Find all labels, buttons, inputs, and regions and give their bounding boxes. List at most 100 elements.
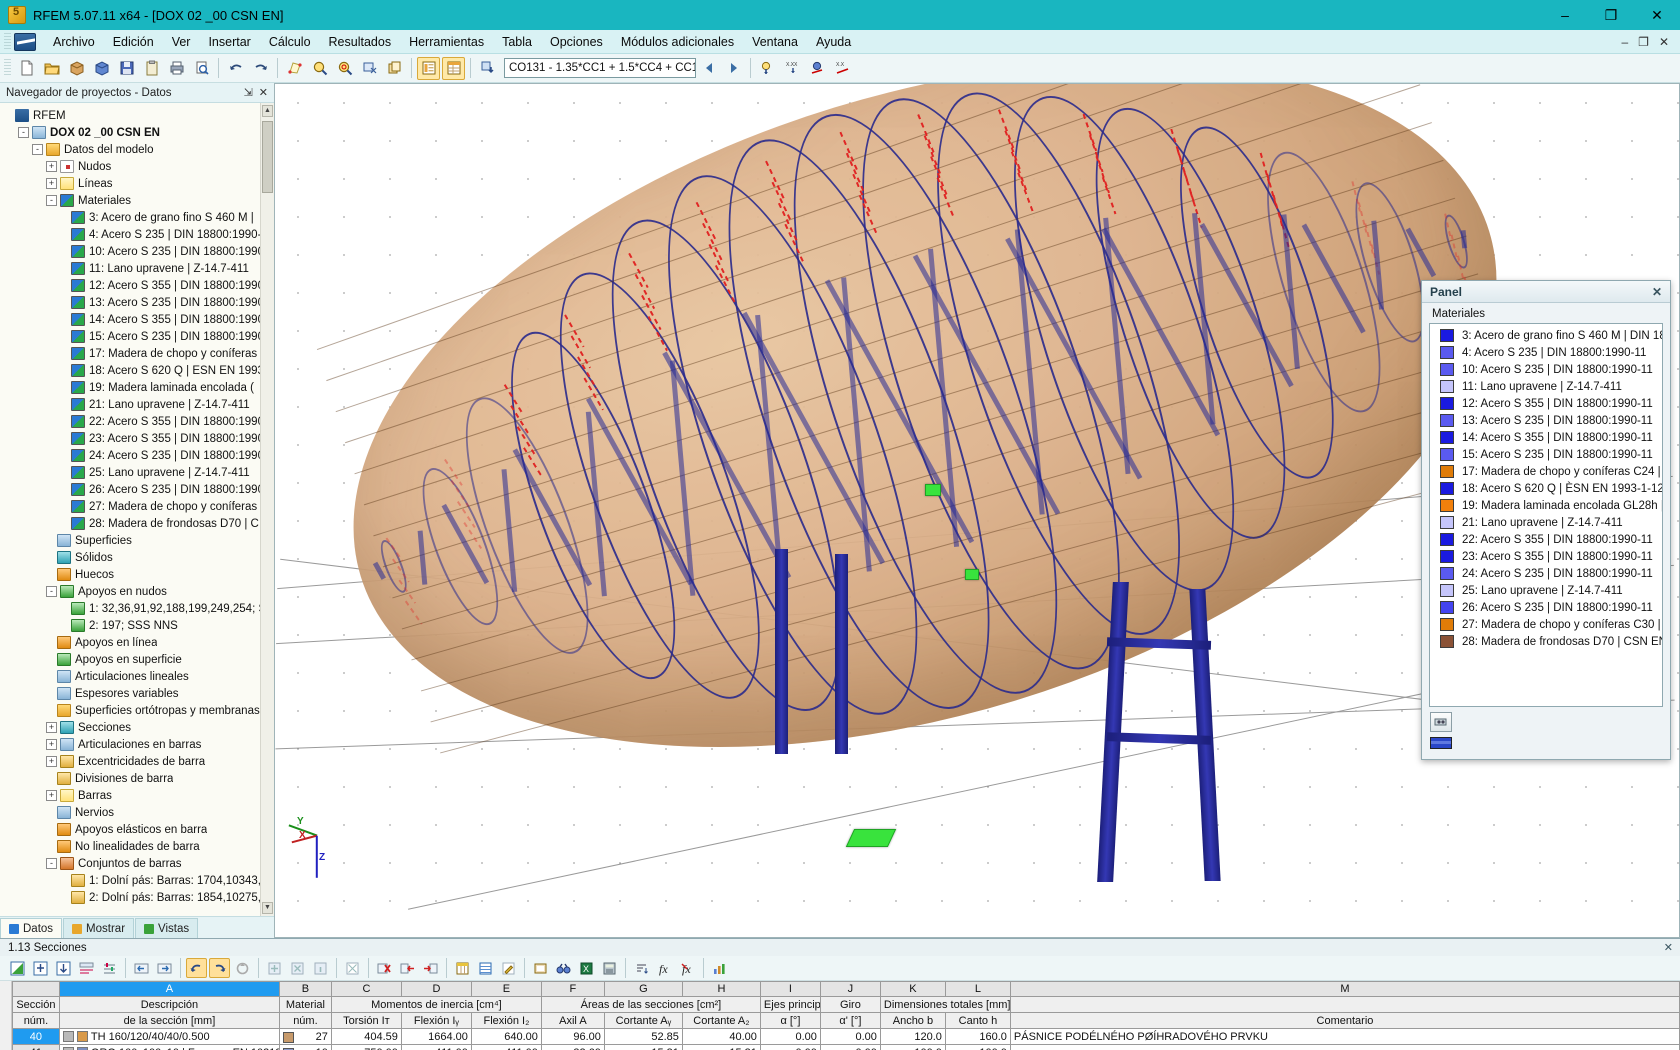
table-close-icon[interactable]: ✕ <box>1664 941 1680 954</box>
shear-area-z-cell[interactable]: 15.31 <box>681 1044 761 1050</box>
import-data-icon[interactable] <box>476 57 499 80</box>
tree-expander-icon[interactable]: - <box>18 127 29 138</box>
tree-node[interactable]: - Conjuntos de barras <box>4 855 274 872</box>
row-number-cell[interactable]: 41 <box>11 1044 60 1050</box>
alpha-cell[interactable]: 0.00 <box>759 1044 821 1050</box>
comment-cell[interactable]: PÁSNICE PODÉLNÉHO PØÍHRADOVÉHO PRVKU <box>1009 1028 1680 1045</box>
color-scale-bar[interactable] <box>1430 737 1452 749</box>
copy-window-icon[interactable] <box>383 57 406 80</box>
flexion-y-cell[interactable]: 411.00 <box>400 1044 472 1050</box>
tree-expander-icon[interactable]: - <box>46 195 57 206</box>
torsion-cell[interactable]: 404.59 <box>330 1028 402 1045</box>
legend-item[interactable]: 14: Acero S 355 | DIN 18800:1990-11 <box>1430 429 1662 446</box>
legend-item[interactable]: 18: Acero S 620 Q | ÈSN EN 1993-1-12:200… <box>1430 480 1662 497</box>
tree-expander-icon[interactable]: - <box>46 586 57 597</box>
legend-item[interactable]: 19: Madera laminada encolada GL28h | CSN… <box>1430 497 1662 514</box>
delete-left-icon[interactable] <box>397 958 418 978</box>
redo-table-icon[interactable] <box>209 958 230 978</box>
column-letter-header[interactable]: A <box>58 981 280 997</box>
table-vertical-scrollbar[interactable]: ⌄ <box>0 981 12 1050</box>
save-disk-icon[interactable] <box>115 57 138 80</box>
tree-node[interactable]: Divisiones de barra <box>4 770 274 787</box>
print-preview-icon[interactable] <box>190 57 213 80</box>
menu-item-herramientas[interactable]: Herramientas <box>400 32 493 52</box>
tree-node[interactable]: Nervios <box>4 804 274 821</box>
selected-node-marker[interactable] <box>965 569 979 580</box>
tree-expander-icon[interactable]: + <box>46 739 57 750</box>
table-view-icon[interactable] <box>417 56 440 80</box>
flexion-z-cell[interactable]: 640.00 <box>470 1028 542 1045</box>
navigator-tab-mostrar[interactable]: Mostrar <box>63 918 135 938</box>
menu-item-ventana[interactable]: Ventana <box>743 32 807 52</box>
legend-item[interactable]: 10: Acero S 235 | DIN 18800:1990-11 <box>1430 361 1662 378</box>
menu-item-calculo[interactable]: Cálculo <box>260 32 320 52</box>
formula-icon[interactable]: fx <box>654 958 675 978</box>
column-letter-header[interactable]: C <box>330 981 402 997</box>
legend-item[interactable]: 22: Acero S 355 | DIN 18800:1990-11 <box>1430 531 1662 548</box>
table-filter-icon[interactable] <box>76 958 97 978</box>
menu-item-tabla[interactable]: Tabla <box>493 32 541 52</box>
column-letter-header[interactable]: H <box>681 981 761 997</box>
remove-row-icon[interactable] <box>287 958 308 978</box>
shear-area-y-cell[interactable]: 15.31 <box>603 1044 683 1050</box>
selected-node-marker[interactable] <box>925 484 941 496</box>
legend-panel[interactable]: Panel ✕ Materiales 3: Acero de grano fin… <box>1421 280 1671 760</box>
tree-node[interactable]: 11: Lano upravene | Z-14.7-411 <box>4 260 274 277</box>
tree-node[interactable]: 15: Acero S 235 | DIN 18800:1990 <box>4 328 274 345</box>
redo-icon[interactable] <box>249 57 272 80</box>
section-description-cell[interactable]: QRO 100x100x10 | Ferona - EN 10219 <box>58 1044 280 1050</box>
tree-node[interactable]: 17: Madera de chopo y coníferas <box>4 345 274 362</box>
tree-node[interactable]: 21: Lano upravene | Z-14.7-411 <box>4 396 274 413</box>
table-row[interactable]: 40 TH 160/120/40/40/0.500 27 404.59 1664.00 6… <box>11 1028 1680 1045</box>
menu-item-ayuda[interactable]: Ayuda <box>807 32 860 52</box>
previous-load-case-button[interactable] <box>697 57 720 80</box>
tree-node[interactable]: 4: Acero S 235 | DIN 18800:1990- <box>4 226 274 243</box>
tree-node[interactable]: - DOX 02 _00 CSN EN <box>4 124 274 141</box>
width-cell[interactable]: 120.0 <box>879 1028 946 1045</box>
delete-right-icon[interactable] <box>420 958 441 978</box>
tree-node[interactable]: - Datos del modelo <box>4 141 274 158</box>
render-model-icon[interactable] <box>283 57 306 80</box>
save-as-package-icon[interactable] <box>90 57 113 80</box>
table-grid-wrapper[interactable]: ⌄ ABCDEFGHIJKLMSecciónDescripciónMateria… <box>0 981 1680 1050</box>
tree-node[interactable]: Sólidos <box>4 549 274 566</box>
column-letter-header[interactable]: M <box>1009 981 1680 997</box>
comment-cell[interactable] <box>1009 1044 1680 1050</box>
panel-close-icon[interactable]: ✕ <box>1648 285 1666 299</box>
legend-item[interactable]: 21: Lano upravene | Z-14.7-411 <box>1430 514 1662 531</box>
select-window-icon[interactable] <box>358 57 381 80</box>
menu-item-ver[interactable]: Ver <box>163 32 200 52</box>
tree-node[interactable]: 19: Madera laminada encolada ( <box>4 379 274 396</box>
menu-item-archivo[interactable]: Archivo <box>44 32 104 52</box>
alpha-cell[interactable]: 0.00 <box>759 1028 821 1045</box>
tree-node[interactable]: + Secciones <box>4 719 274 736</box>
section-description-cell[interactable]: TH 160/120/40/40/0.500 <box>58 1028 280 1045</box>
column-letter-header[interactable]: L <box>944 981 1011 997</box>
menu-item-modulos-adicionales[interactable]: Módulos adicionales <box>612 32 743 52</box>
tree-node[interactable]: 14: Acero S 355 | DIN 18800:1990 <box>4 311 274 328</box>
edit-table-icon[interactable] <box>7 958 28 978</box>
navigator-tab-vistas[interactable]: Vistas <box>135 918 199 938</box>
shear-area-z-cell[interactable]: 40.00 <box>681 1028 761 1045</box>
tree-node[interactable]: 1: 32,36,91,92,188,199,249,254; SS <box>4 600 274 617</box>
tree-node[interactable]: 27: Madera de chopo y coníferas <box>4 498 274 515</box>
delete-all-icon[interactable] <box>374 958 395 978</box>
legend-item[interactable]: 17: Madera de chopo y coníferas C24 | CS… <box>1430 463 1662 480</box>
legend-item[interactable]: 25: Lano upravene | Z-14.7-411 <box>1430 582 1662 599</box>
selected-node-marker[interactable] <box>845 829 897 847</box>
column-letter-header[interactable]: I <box>759 981 821 997</box>
alpha-rotation-cell[interactable]: 0.00 <box>819 1028 881 1045</box>
tree-node[interactable]: 28: Madera de frondosas D70 | C <box>4 515 274 532</box>
tree-node[interactable]: 2: Dolní pás: Barras: 1854,10275, <box>4 889 274 906</box>
maximize-button[interactable]: ❐ <box>1588 0 1634 30</box>
legend-item[interactable]: 27: Madera de chopo y coníferas C30 | CS… <box>1430 616 1662 633</box>
navigator-tree[interactable]: ▲ ▼ RFEM - DOX 02 _00 CSN EN - Datos del mod… <box>0 103 274 916</box>
zoom-tool-icon[interactable] <box>308 57 331 80</box>
menu-item-insertar[interactable]: Insertar <box>199 32 259 52</box>
column-letter-header[interactable]: E <box>470 981 542 997</box>
table-settings-icon[interactable] <box>99 958 120 978</box>
add-row-icon[interactable] <box>264 958 285 978</box>
tree-node[interactable]: 3: Acero de grano fino S 460 M | <box>4 209 274 226</box>
panel-settings-icon[interactable] <box>1430 712 1452 732</box>
column-letter-header[interactable]: G <box>603 981 683 997</box>
